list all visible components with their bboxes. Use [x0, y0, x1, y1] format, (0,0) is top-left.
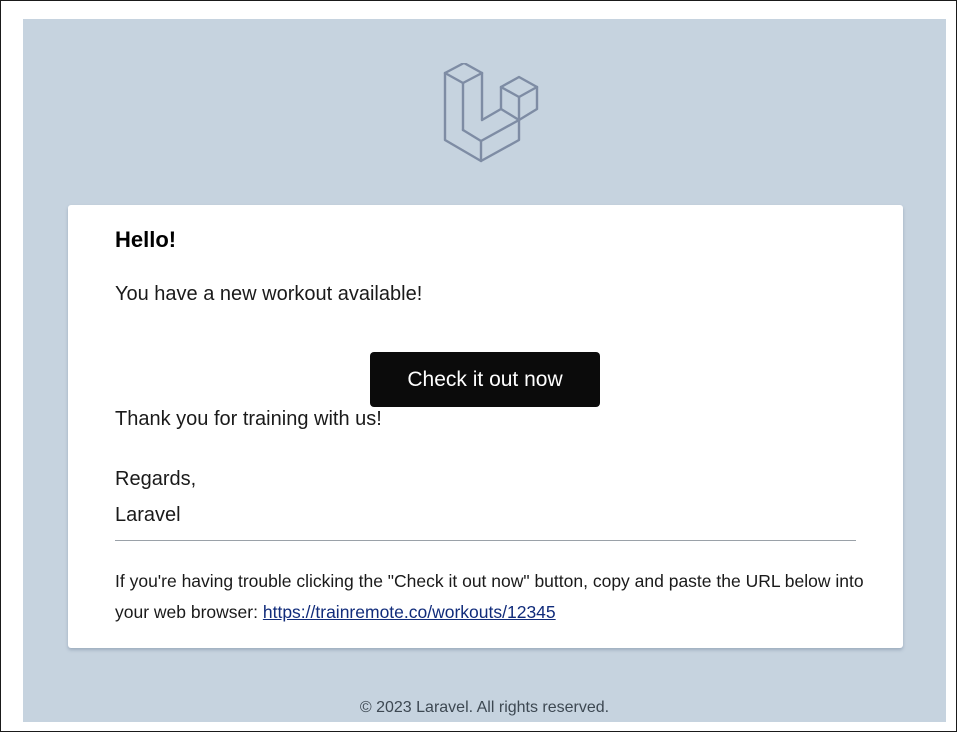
action-url-link[interactable]: https://trainremote.co/workouts/12345 — [263, 602, 556, 622]
outro-line: Thank you for training with us! — [115, 408, 382, 430]
footer-copyright: © 2023 Laravel. All rights reserved. — [359, 699, 610, 716]
laravel-logo-icon — [443, 63, 539, 163]
message-card: Hello! You have a new workout available!… — [68, 205, 903, 648]
check-it-out-button[interactable]: Check it out now — [370, 352, 600, 407]
subcopy: If you're having trouble clicking the "C… — [115, 566, 875, 628]
email-body: Hello! You have a new workout available!… — [23, 19, 946, 722]
subcopy-divider — [115, 540, 856, 541]
greeting-heading: Hello! — [115, 227, 177, 252]
salutation: Regards, — [115, 468, 197, 490]
intro-line: You have a new workout available! — [115, 283, 423, 305]
signature: Laravel — [115, 504, 181, 526]
window-frame: Hello! You have a new workout available!… — [0, 0, 957, 732]
